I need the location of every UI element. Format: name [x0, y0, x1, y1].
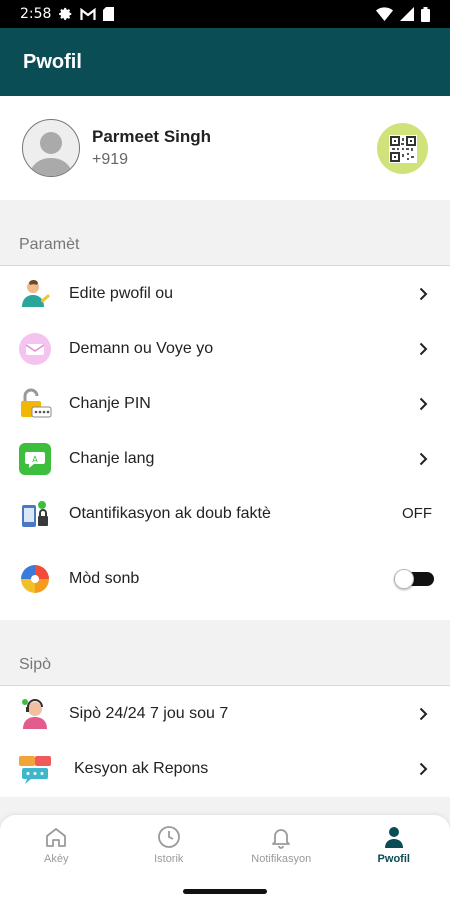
nav-label: Notifikasyon	[251, 853, 312, 865]
profile-name: Parmeet Singh	[92, 127, 212, 146]
support-item-label: Sipò 24/24 7 jou sou 7	[69, 704, 229, 722]
svg-text:A: A	[32, 455, 38, 464]
page-title: Pwofil	[23, 50, 82, 73]
nav-item-history[interactable]: Istorik	[113, 815, 226, 875]
settings-item-edit-profile[interactable]: Edite pwofil ou	[0, 266, 450, 321]
pin-lock-icon	[18, 387, 52, 421]
chevron-right-icon	[416, 397, 430, 411]
history-icon	[157, 826, 180, 848]
edit-profile-icon	[18, 277, 52, 311]
nav-item-home[interactable]: Akèy	[0, 815, 113, 875]
profile-phone: +919	[92, 151, 129, 168]
app-bar: Pwofil	[0, 28, 450, 96]
settings-item-change-language[interactable]: A Chanje lang	[0, 431, 450, 486]
home-icon	[46, 828, 67, 847]
gesture-bar[interactable]	[183, 889, 267, 894]
dark-mode-toggle[interactable]	[394, 568, 434, 589]
wifi-icon	[376, 7, 393, 21]
support-section-title: Sipò	[19, 656, 52, 673]
settings-item-label: Otantifikasyon ak doub faktè	[69, 504, 271, 522]
gesture-area	[0, 875, 450, 900]
avatar[interactable]	[22, 119, 80, 177]
support-item-label: Kesyon ak Repons	[74, 759, 209, 777]
settings-item-dark-mode[interactable]: Mòd sonb	[0, 541, 450, 616]
two-factor-icon	[18, 497, 52, 531]
settings-item-label: Edite pwofil ou	[69, 284, 174, 302]
settings-item-label: Chanje PIN	[69, 394, 151, 412]
dark-mode-icon	[18, 562, 52, 596]
nav-label: Akèy	[44, 853, 69, 865]
settings-list: Edite pwofil ou Demann ou Voye yo Chanje…	[0, 265, 450, 620]
settings-item-label: Chanje lang	[69, 449, 155, 467]
profile-icon	[384, 827, 403, 848]
faq-icon	[18, 752, 52, 786]
requests-icon	[18, 332, 52, 366]
qr-code-button[interactable]	[377, 123, 428, 174]
chevron-right-icon	[416, 287, 430, 301]
nav-item-notifications[interactable]: Notifikasyon	[225, 815, 338, 875]
bell-icon	[272, 829, 291, 849]
settings-item-label: Demann ou Voye yo	[69, 339, 214, 357]
status-bar: 2:58	[0, 0, 450, 28]
support-agent-icon	[18, 697, 52, 731]
toggle-knob	[394, 568, 414, 589]
bottom-navigation: Akèy Istorik Notifikasyon Pwofil	[0, 815, 450, 875]
nav-label: Istorik	[154, 853, 184, 865]
settings-item-label: Mòd sonb	[69, 569, 140, 587]
avatar-placeholder-icon	[29, 132, 73, 176]
qr-code-icon	[388, 134, 417, 163]
nav-label: Pwofil	[377, 853, 410, 865]
support-item-faq[interactable]: Kesyon ak Repons	[0, 741, 450, 796]
settings-item-two-factor[interactable]: Otantifikasyon ak doub faktè OFF	[0, 486, 450, 541]
chevron-right-icon	[416, 762, 430, 776]
support-list: Sipò 24/24 7 jou sou 7 Kesyon ak Repons	[0, 685, 450, 797]
two-factor-status[interactable]: OFF	[402, 505, 432, 522]
status-time: 2:58	[20, 6, 52, 22]
nav-item-profile[interactable]: Pwofil	[338, 815, 450, 875]
battery-icon	[421, 6, 430, 22]
chevron-right-icon	[416, 707, 430, 721]
language-icon: A	[18, 442, 52, 476]
chevron-right-icon	[416, 342, 430, 356]
settings-item-requests[interactable]: Demann ou Voye yo	[0, 321, 450, 376]
profile-card[interactable]: Parmeet Singh +919	[0, 96, 450, 200]
gear-icon	[59, 7, 72, 21]
signal-icon	[400, 7, 414, 21]
support-item-24-7[interactable]: Sipò 24/24 7 jou sou 7	[0, 686, 450, 741]
sd-card-icon	[103, 7, 115, 21]
gmail-icon	[80, 7, 97, 20]
settings-section-title: Paramèt	[19, 236, 80, 253]
chevron-right-icon	[416, 452, 430, 466]
settings-item-change-pin[interactable]: Chanje PIN	[0, 376, 450, 431]
